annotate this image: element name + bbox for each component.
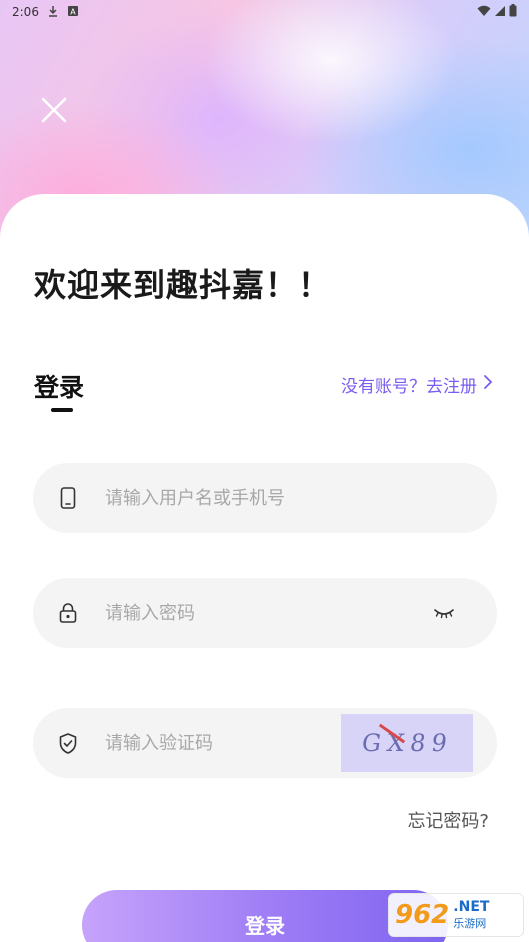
login-tab-label: 登录 xyxy=(34,373,85,402)
battery-icon xyxy=(509,4,517,20)
status-time: 2:06 xyxy=(12,5,39,19)
forgot-password-link[interactable]: 忘记密码? xyxy=(407,807,489,833)
username-input[interactable] xyxy=(105,487,497,509)
captcha-image[interactable]: GX89 xyxy=(341,714,473,772)
captcha-input[interactable] xyxy=(105,732,341,754)
phone-icon xyxy=(57,487,79,509)
register-link-label: 没有账号？去注册 xyxy=(341,377,477,397)
watermark-number: 962 xyxy=(395,900,450,930)
captcha-image-text: GX89 xyxy=(359,729,455,757)
password-input[interactable] xyxy=(105,602,431,624)
shield-check-icon xyxy=(57,732,79,754)
chevron-right-icon xyxy=(483,374,493,395)
watermark-net: .NET xyxy=(453,899,490,915)
captcha-field[interactable]: GX89 xyxy=(33,708,497,778)
welcome-title: 欢迎来到趣抖嘉！！ xyxy=(34,266,332,304)
password-field[interactable] xyxy=(33,578,497,648)
close-button[interactable] xyxy=(36,94,72,130)
signal-icon xyxy=(494,5,506,20)
svg-text:A: A xyxy=(70,7,76,16)
download-icon xyxy=(47,5,59,20)
watermark-logo: 962 .NET 乐游网 xyxy=(388,893,524,937)
status-bar: 2:06 A xyxy=(0,0,529,24)
login-tab-indicator xyxy=(51,408,73,412)
username-field[interactable] xyxy=(33,463,497,533)
close-icon xyxy=(40,96,68,128)
eye-closed-icon[interactable] xyxy=(431,603,457,623)
notification-a-icon: A xyxy=(67,5,79,20)
watermark-cn: 乐游网 xyxy=(453,917,487,930)
wifi-icon xyxy=(477,5,491,20)
lock-icon xyxy=(57,602,79,624)
register-link[interactable]: 没有账号？去注册 xyxy=(341,372,493,397)
